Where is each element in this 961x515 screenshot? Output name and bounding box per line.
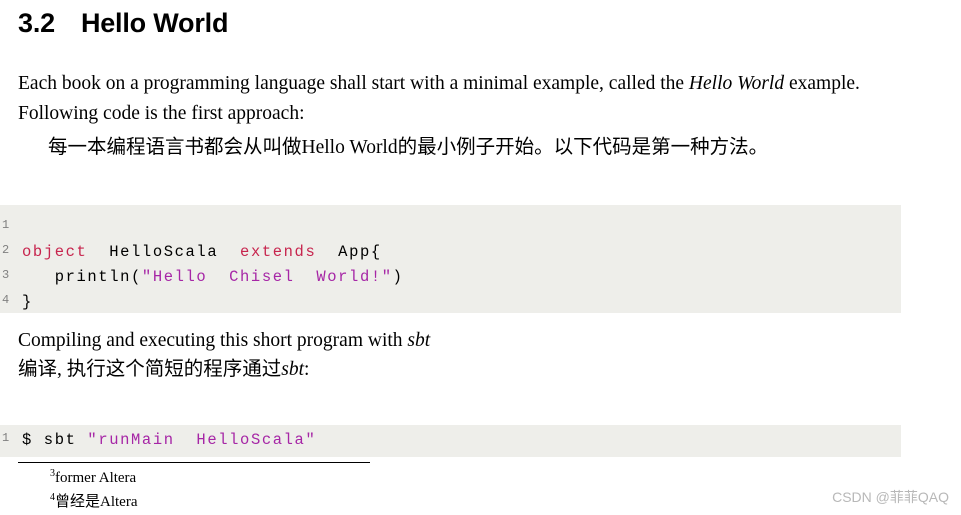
code-token: } xyxy=(22,293,33,311)
footnote-item: 3former Altera xyxy=(50,468,136,487)
code-line-number: 3 xyxy=(2,268,10,282)
paragraph-chinese-compiling-italic: sbt xyxy=(281,359,305,380)
code-token: HelloScala xyxy=(87,243,241,261)
code-token: println( xyxy=(22,268,142,286)
footnote-text: 曾经是Altera xyxy=(55,494,138,510)
footnote-text: former Altera xyxy=(55,470,137,486)
paragraph-following-code: Following code is the first approach: xyxy=(18,103,305,124)
code-token: extends xyxy=(240,243,317,261)
code-block-scala: 1 2 3 4 object HelloScala extends App{ p… xyxy=(0,205,901,313)
code-token: App{ xyxy=(316,243,382,261)
paragraph-intro-italic: Hello World xyxy=(688,73,785,94)
code-line: } xyxy=(22,293,33,311)
code-token: ) xyxy=(392,268,404,286)
code-line-number: 1 xyxy=(2,431,10,445)
footnote-item: 4曾经是Altera xyxy=(50,490,137,511)
code-block-shell: 1 $ sbt "runMain HelloScala" xyxy=(0,425,901,457)
heading-number: 3.2 xyxy=(18,8,55,38)
code-line: println("Hello Chisel World!") xyxy=(22,268,404,286)
watermark: CSDN @菲菲QAQ xyxy=(832,489,949,505)
code-token: object xyxy=(22,243,88,261)
paragraph-chinese-compiling-part2: : xyxy=(304,359,310,380)
code-line-number: 4 xyxy=(2,293,10,307)
paragraph-compiling: Compiling and executing this short progr… xyxy=(18,328,430,354)
heading-title: Hello World xyxy=(80,8,229,38)
footnote-separator xyxy=(18,462,370,463)
paragraph-compiling-part1: Compiling and executing this short progr… xyxy=(18,330,408,351)
code-line: object HelloScala extends App{ xyxy=(22,243,382,261)
paragraph-intro: Each book on a programming language shal… xyxy=(18,71,860,97)
paragraph-intro-part1: Each book on a programming language shal… xyxy=(18,73,689,94)
paragraph-compiling-italic: sbt xyxy=(407,330,431,351)
code-line-number: 1 xyxy=(2,218,10,232)
paragraph-intro-part2: example. xyxy=(784,73,860,94)
paragraph-chinese-compiling: 编译, 执行这个简短的程序通过sbt: xyxy=(18,357,309,383)
code-token: $ sbt xyxy=(22,431,88,449)
page-heading: 3.2 Hello World xyxy=(18,8,228,39)
code-token: "Hello Chisel World!" xyxy=(141,268,393,286)
code-token: "runMain HelloScala" xyxy=(87,431,317,449)
code-line: $ sbt "runMain HelloScala" xyxy=(22,431,316,449)
paragraph-chinese-compiling-part1: 编译, 执行这个简短的程序通过 xyxy=(18,359,282,380)
document-page: 3.2 Hello World Each book on a programmin… xyxy=(0,0,961,515)
paragraph-chinese-intro: 每一本编程语言书都会从叫做Hello World的最小例子开始。以下代码是第一种… xyxy=(48,137,769,158)
code-line-number: 2 xyxy=(2,243,10,257)
